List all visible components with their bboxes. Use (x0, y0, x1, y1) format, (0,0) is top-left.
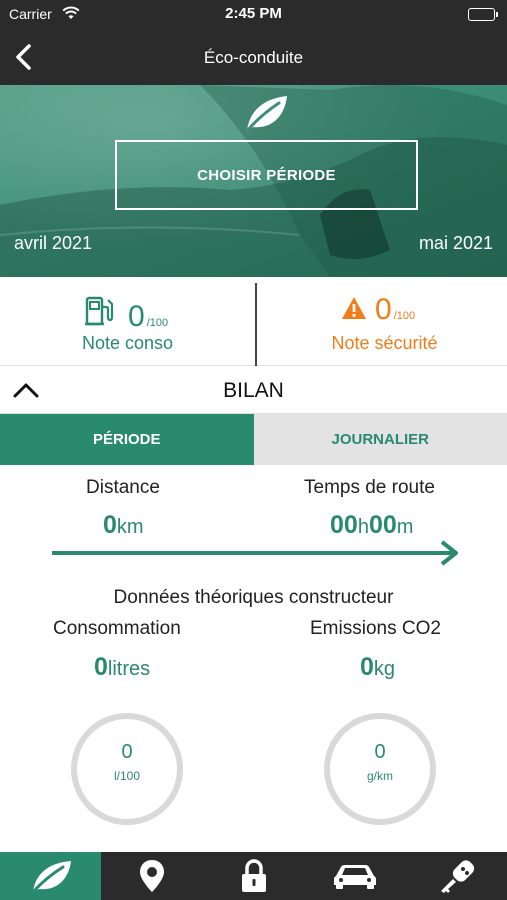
status-bar: Carrier 2:45 PM (0, 0, 507, 30)
choose-period-button[interactable]: CHOISIR PÉRIODE (115, 140, 418, 210)
period-start-date: avril 2021 (14, 233, 93, 253)
bilan-title: BILAN (223, 379, 284, 402)
drive-time-hours-unit: h (357, 516, 369, 538)
distance-unit: km (116, 516, 144, 538)
score-securite-label: Note sécurité (331, 333, 438, 353)
co2-value: 0kg (360, 653, 395, 682)
scores-panel: 0 /100 Note conso 0 /100 Note sécurité (0, 277, 507, 366)
leaf-icon (31, 861, 71, 894)
score-conso: 0 /100 Note conso (0, 277, 255, 366)
tab-periode[interactable]: PÉRIODE (0, 414, 254, 465)
consumption-gauge: 0 l/100 (69, 711, 185, 827)
arrow-right-icon (52, 540, 458, 566)
distance-number: 0 (103, 511, 117, 539)
leaf-icon (243, 93, 289, 138)
page-title: Éco-conduite (203, 48, 304, 67)
period-end-date: mai 2021 (418, 233, 493, 253)
distance-label: Distance (86, 477, 160, 498)
tabbar-vehicle[interactable] (304, 852, 405, 900)
clock: 2:45 PM (225, 5, 282, 22)
nav-bar: Éco-conduite (0, 30, 507, 85)
tabbar-lock[interactable] (203, 852, 304, 900)
consumption-unit: litres (107, 658, 151, 680)
battery-icon (468, 8, 498, 21)
map-pin-icon (140, 860, 165, 892)
co2-gauge-value: 0 (374, 741, 386, 763)
drive-time-label: Temps de route (304, 477, 435, 498)
co2-number: 0 (360, 653, 374, 681)
fuel-pump-icon (84, 295, 114, 332)
lock-icon (241, 859, 266, 892)
car-key-icon (441, 860, 475, 893)
co2-label: Emissions CO2 (310, 618, 441, 639)
bilan-tabs: PÉRIODE JOURNALIER (0, 414, 507, 465)
drive-time-value: 00h00m (330, 511, 413, 540)
drive-time-hours: 00 (330, 511, 358, 539)
drive-time-minutes-unit: m (396, 516, 414, 538)
tabbar-location[interactable] (101, 852, 202, 900)
bottom-tab-bar (0, 852, 507, 900)
co2-gauge-unit: g/km (366, 769, 393, 783)
tabbar-eco-driving[interactable] (0, 852, 102, 900)
score-conso-value: 0 (128, 300, 145, 333)
score-conso-max: /100 (146, 317, 169, 329)
consumption-value: 0litres (94, 653, 150, 682)
distance-value: 0km (103, 511, 144, 540)
bilan-header[interactable]: BILAN (0, 367, 507, 414)
score-conso-label: Note conso (81, 333, 174, 353)
tabbar-key[interactable] (406, 852, 507, 900)
theoretical-data-title: Données théoriques constructeur (113, 587, 394, 608)
car-icon (333, 865, 376, 889)
consumption-gauge-unit: l/100 (113, 769, 141, 783)
consumption-gauge-value: 0 (121, 741, 133, 763)
warning-icon (341, 296, 367, 325)
co2-gauge: 0 g/km (322, 711, 438, 827)
score-securite-value: 0 (375, 293, 392, 326)
score-securite: 0 /100 Note sécurité (257, 277, 507, 366)
tab-journalier[interactable]: JOURNALIER (253, 414, 507, 465)
score-securite-max: /100 (393, 310, 416, 322)
consumption-label: Consommation (53, 618, 181, 639)
hero-banner: CHOISIR PÉRIODE avril 2021 mai 2021 (0, 85, 507, 277)
drive-time-minutes: 00 (368, 511, 397, 539)
consumption-number: 0 (94, 653, 108, 681)
co2-unit: kg (373, 658, 396, 680)
